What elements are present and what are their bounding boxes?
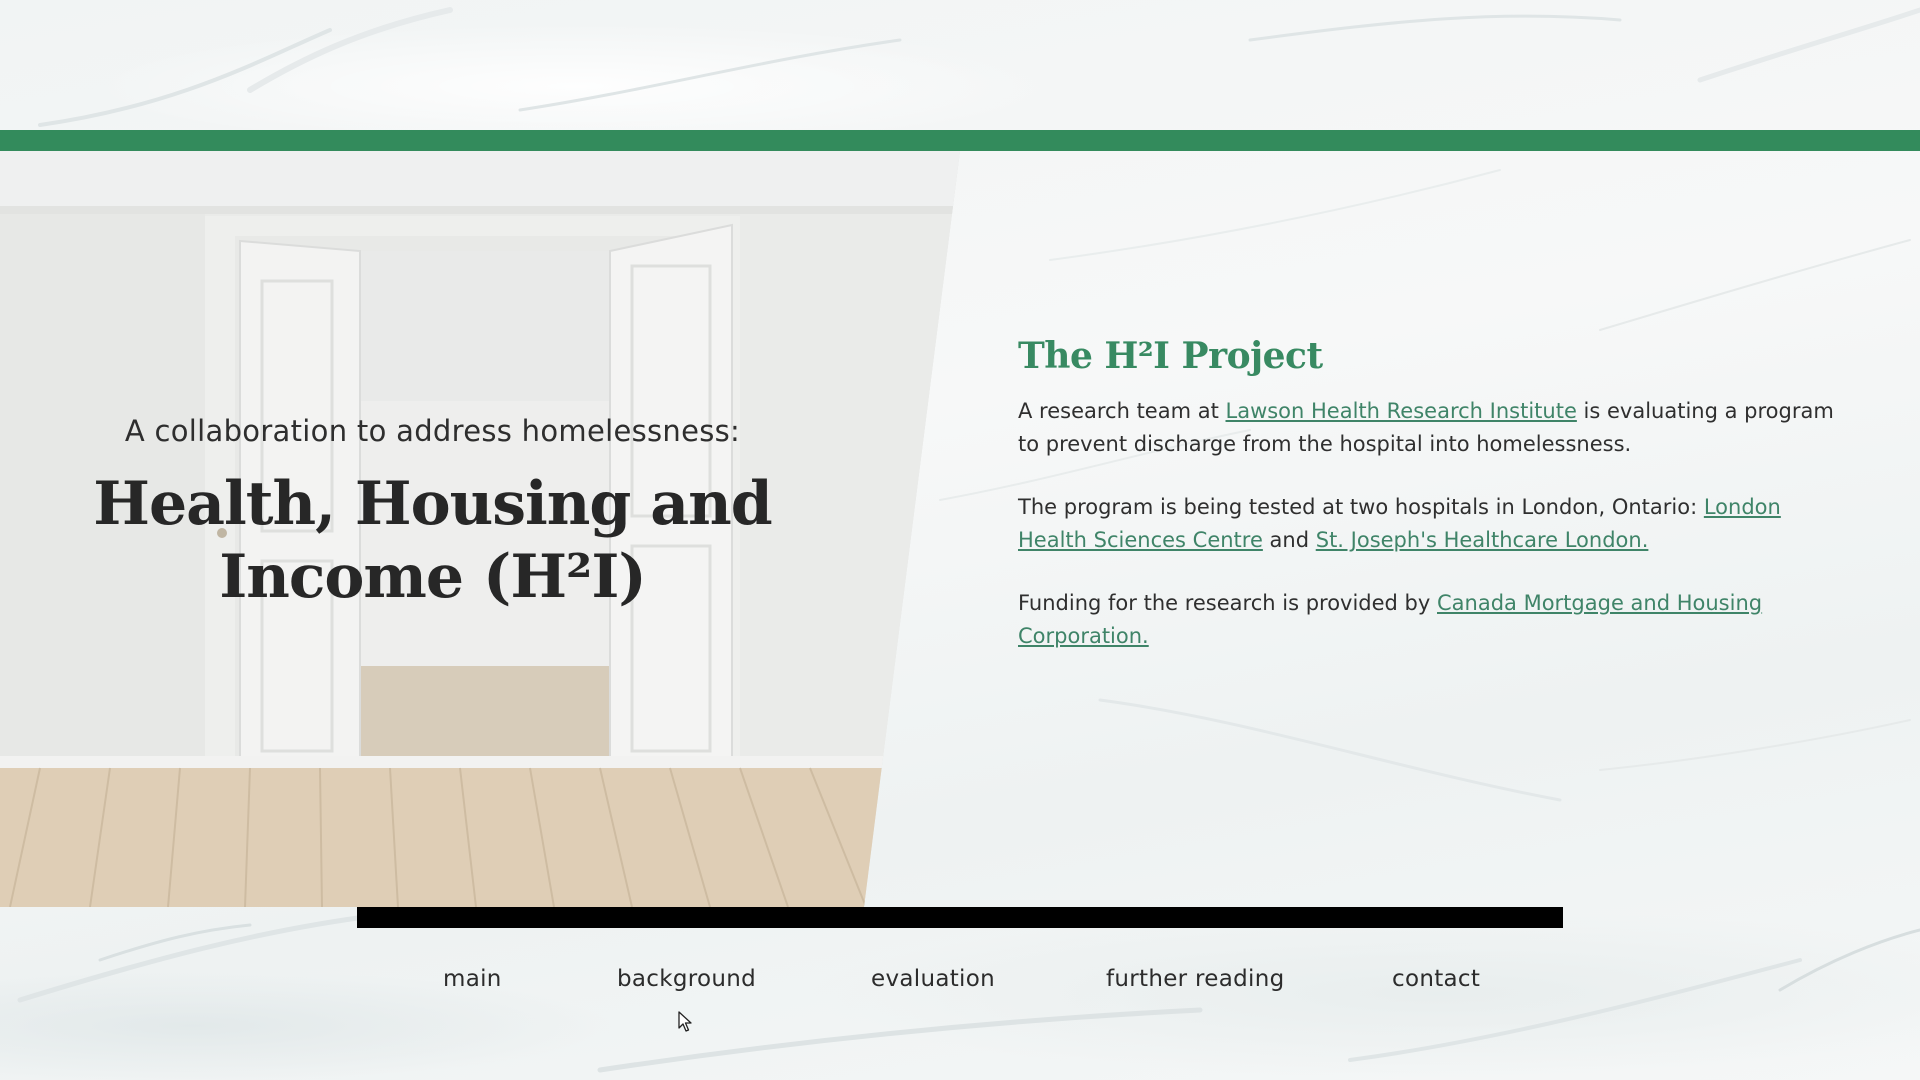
hero-title-line2: Income (H²I) [219, 542, 647, 612]
accent-green-bar [0, 130, 1920, 151]
hero-subtitle: A collaboration to address homelessness: [124, 414, 741, 448]
nav-evaluation[interactable]: evaluation [871, 966, 995, 992]
nav-main[interactable]: main [443, 966, 502, 992]
project-paragraph-1: A research team at Lawson Health Researc… [1018, 395, 1838, 461]
p1-prefix: A research team at [1018, 399, 1226, 423]
project-heading: The H²I Project [1018, 335, 1323, 377]
hero-title: Health, Housing and Income (H²I) [80, 468, 785, 614]
p3-prefix: Funding for the research is provided by [1018, 591, 1437, 615]
p2-mid: and [1262, 528, 1316, 552]
project-paragraph-3: Funding for the research is provided by … [1018, 587, 1838, 653]
mouse-pointer-icon [678, 1011, 692, 1032]
nav-contact[interactable]: contact [1392, 966, 1480, 992]
nav-background[interactable]: background [617, 966, 756, 992]
p2-prefix: The program is being tested at two hospi… [1018, 495, 1704, 519]
st-josephs-link[interactable]: St. Joseph's Healthcare London. [1316, 528, 1649, 552]
main-navigation: main background evaluation further readi… [0, 966, 1920, 1006]
project-paragraph-2: The program is being tested at two hospi… [1018, 491, 1838, 557]
nav-further-reading[interactable]: further reading [1106, 966, 1285, 992]
hero-text-block: A collaboration to address homelessness:… [80, 262, 785, 614]
hero-title-line1: Health, Housing and [93, 469, 772, 539]
project-section: The H²I Project A research team at Lawso… [1018, 335, 1838, 683]
nav-divider-bar [357, 907, 1563, 928]
lawson-link[interactable]: Lawson Health Research Institute [1226, 399, 1577, 423]
